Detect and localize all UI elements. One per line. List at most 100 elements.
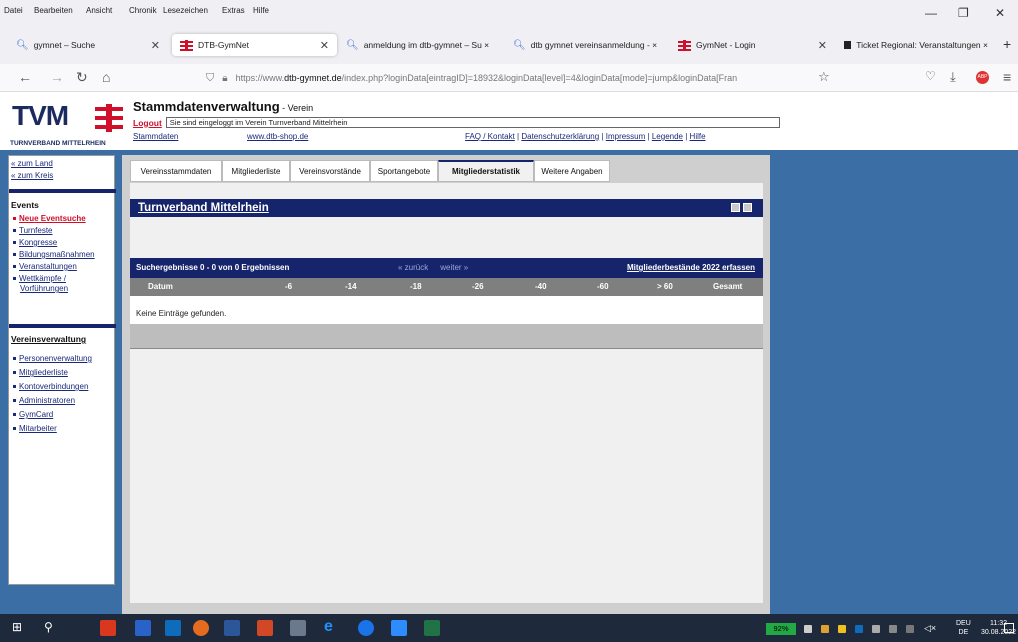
dtb-shop-link[interactable]: www.dtb-shop.de [247, 132, 308, 141]
notification-icon[interactable] [1004, 623, 1014, 633]
powerpoint-icon[interactable] [257, 620, 273, 636]
forward-link[interactable]: weiter » [440, 263, 468, 272]
bookmark-star-icon[interactable]: ☆ [818, 69, 830, 85]
tvm-logo[interactable]: TVM TURNVERBAND MITTELRHEIN [10, 100, 123, 147]
adblock-icon[interactable]: ABP [976, 71, 989, 84]
forward-arrow-icon[interactable]: → [50, 69, 64, 85]
tab-label: DTB-GymNet [198, 40, 249, 50]
menu-extras[interactable]: Extras [222, 6, 245, 15]
separator: | [517, 132, 520, 141]
tab-weitere-angaben[interactable]: Weitere Angaben [534, 160, 610, 182]
right-background [770, 150, 1018, 614]
impressum-link[interactable]: Impressum [606, 132, 646, 141]
plug-icon[interactable] [804, 625, 812, 633]
volume-icon[interactable]: ◁× [924, 623, 936, 634]
browser-tab-ticket-regional[interactable]: Ticket Regional: Veranstaltungen × [836, 34, 996, 56]
battery-indicator[interactable]: 92% [766, 623, 796, 635]
hilfe-link[interactable]: Hilfe [690, 132, 706, 141]
search-icon[interactable]: ⚲ [44, 620, 60, 636]
sidebar-item-personenverwaltung[interactable]: Personenverwaltung [13, 354, 92, 364]
print-icon[interactable] [731, 203, 740, 212]
reload-icon[interactable]: ↻ [76, 69, 88, 86]
tab-vereinsvorstaende[interactable]: Vereinsvorstände [290, 160, 370, 182]
firefox-icon[interactable] [193, 620, 209, 636]
sidebar-item-neue-eventsuche[interactable]: Neue Eventsuche [13, 214, 86, 224]
vpn-icon[interactable] [821, 625, 829, 633]
windows-start-icon[interactable]: ⊞ [12, 620, 28, 636]
datenschutz-link[interactable]: Datenschutzerklärung [521, 132, 599, 141]
legende-link[interactable]: Legende [652, 132, 683, 141]
login-row: Logout Sie sind eingeloggt im Verein Tur… [133, 117, 780, 128]
sidebar-item-vorfuehrungen[interactable]: Vorführungen [20, 284, 68, 294]
tab-label: Ticket Regional: Veranstaltungen × [856, 40, 988, 50]
vereinsverwaltung-heading[interactable]: Vereinsverwaltung [11, 334, 86, 344]
sidebar-item-mitgliederliste[interactable]: Mitgliederliste [13, 368, 68, 378]
sidebar-item-mitarbeiter[interactable]: Mitarbeiter [13, 424, 57, 434]
sidebar-item-veranstaltungen[interactable]: Veranstaltungen [13, 262, 77, 272]
language-indicator[interactable]: DEU DE [956, 619, 971, 637]
office-icon[interactable] [100, 620, 116, 636]
antivirus-icon[interactable] [838, 625, 846, 633]
hamburger-menu-icon[interactable]: ≡ [1003, 69, 1011, 85]
browser-tab-anmeldung[interactable]: 🔍︎ anmeldung im dtb-gymnet – Su × [338, 34, 503, 56]
zoom-icon[interactable] [391, 620, 407, 636]
zum-land-link[interactable]: « zum Land [11, 159, 53, 168]
faq-kontakt-link[interactable]: FAQ / Kontakt [465, 132, 515, 141]
zum-kreis-link[interactable]: « zum Kreis [11, 171, 53, 180]
tab-vereinsstammdaten[interactable]: Vereinsstammdaten [130, 160, 222, 182]
sidebar-divider [9, 324, 116, 328]
browser-tab-gymnet-login[interactable]: GymNet - Login ✕ [670, 34, 835, 56]
browser-tab-dtb-gymnet[interactable]: DTB-GymNet ✕ [172, 34, 337, 56]
outlook-tray-icon[interactable] [855, 625, 863, 633]
menu-bearbeiten[interactable]: Bearbeiten [34, 6, 73, 15]
tab-sportangebote[interactable]: Sportangebote [370, 160, 438, 182]
wifi-icon[interactable] [889, 625, 897, 633]
menu-ansicht[interactable]: Ansicht [86, 6, 112, 15]
network-icon[interactable] [872, 625, 880, 633]
url-bar[interactable]: ⛉ 🔒︎ https://www.dtb-gymnet.de/index.php… [198, 68, 838, 88]
menu-datei[interactable]: Datei [4, 6, 23, 15]
menu-lesezeichen[interactable]: Lesezeichen [163, 6, 208, 15]
minimize-icon[interactable]: — [925, 6, 937, 20]
word-icon[interactable] [224, 620, 240, 636]
menu-hilfe[interactable]: Hilfe [253, 6, 269, 15]
close-window-icon[interactable]: ✕ [995, 6, 1005, 20]
column-header-row: Datum -6 -14 -18 -26 -40 -60 > 60 Gesamt [130, 278, 763, 296]
window-icon[interactable] [743, 203, 752, 212]
sidebar-item-kontoverbindungen[interactable]: Kontoverbindungen [13, 382, 88, 392]
browser-tab-gymnet-suche[interactable]: 🔍︎ gymnet – Suche ✕ [8, 34, 168, 56]
search-icon: 🔍︎ [513, 39, 526, 51]
back-arrow-icon[interactable]: ← [18, 69, 32, 85]
menu-chronik[interactable]: Chronik [129, 6, 157, 15]
pocket-icon[interactable]: ♡ [925, 69, 936, 83]
sidebar-item-wettkaempfe[interactable]: Wettkämpfe / [13, 274, 66, 284]
display-icon[interactable] [906, 625, 914, 633]
excel-icon[interactable] [424, 620, 440, 636]
outlook-icon[interactable] [165, 620, 181, 636]
sidebar-item-kongresse[interactable]: Kongresse [13, 238, 57, 248]
new-tab-icon[interactable]: + [1003, 36, 1011, 52]
tab-close-icon[interactable]: ✕ [151, 39, 160, 52]
record-members-link[interactable]: Mitgliederbestände 2022 erfassen [627, 263, 755, 272]
sidebar-item-turnfeste[interactable]: Turnfeste [13, 226, 53, 236]
club-title[interactable]: Turnverband Mittelrhein [138, 202, 269, 214]
browser-tab-vereinsanmeldung[interactable]: 🔍︎ dtb gymnet vereinsanmeldung - × [505, 34, 670, 56]
sidebar-item-bildungsmassnahmen[interactable]: Bildungsmaßnahmen [13, 250, 95, 260]
calculator-icon[interactable] [290, 620, 306, 636]
teamviewer-icon[interactable] [358, 620, 374, 636]
tab-mitgliederliste[interactable]: Mitgliederliste [222, 160, 290, 182]
stammdaten-link[interactable]: Stammdaten [133, 132, 178, 141]
tab-close-icon[interactable]: ✕ [320, 39, 329, 52]
home-icon[interactable]: ⌂ [102, 69, 110, 85]
back-link[interactable]: « zurück [398, 263, 428, 272]
download-icon[interactable]: ⤓ [950, 69, 956, 85]
col-datum[interactable]: Datum [148, 282, 173, 291]
sidebar-item-administratoren[interactable]: Administratoren [13, 396, 75, 406]
logout-link[interactable]: Logout [133, 118, 162, 128]
edge-icon[interactable]: e [324, 618, 340, 635]
tab-mitgliederstatistik[interactable]: Mitgliederstatistik [438, 160, 534, 182]
restore-icon[interactable]: ❐ [958, 6, 969, 20]
mail-icon[interactable] [135, 620, 151, 636]
tab-close-icon[interactable]: ✕ [818, 39, 827, 52]
sidebar-item-gymcard[interactable]: GymCard [13, 410, 53, 420]
